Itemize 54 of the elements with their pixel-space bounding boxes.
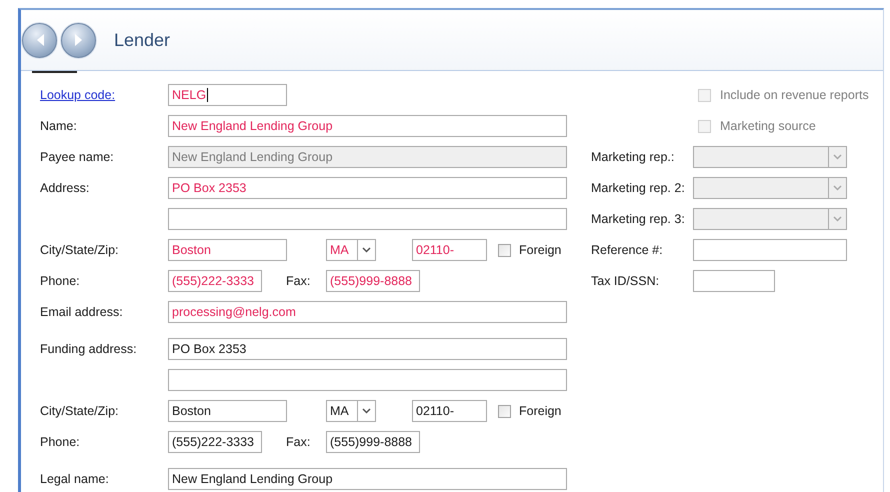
- chevron-down-icon: [833, 216, 842, 222]
- text-field[interactable]: New England Lending Group: [168, 115, 567, 137]
- field-label: Funding address:: [40, 342, 138, 356]
- text-field[interactable]: [693, 239, 847, 261]
- text-field[interactable]: New England Lending Group: [168, 468, 567, 490]
- checkbox-label: Foreign: [519, 404, 562, 418]
- checkbox-label: Marketing source: [720, 119, 816, 133]
- chevron-down-icon: [362, 247, 371, 253]
- lookup-code-link[interactable]: Lookup code:: [40, 88, 116, 102]
- text-field[interactable]: NELG: [168, 84, 287, 106]
- back-button[interactable]: [22, 22, 57, 58]
- right-triangle-icon: [74, 33, 84, 47]
- field-label: Marketing rep.:: [591, 150, 676, 164]
- chevron-down-icon: [833, 185, 842, 191]
- forward-button[interactable]: [61, 22, 96, 58]
- field-label: Marketing rep. 3:: [591, 212, 686, 226]
- zip-field[interactable]: 02110-: [412, 400, 487, 422]
- state-select[interactable]: MA: [326, 239, 376, 261]
- field-label: Fax:: [286, 435, 312, 449]
- chevron-down-icon: [362, 408, 371, 414]
- field-label: Address:: [40, 181, 90, 195]
- page-title: Lender: [114, 30, 170, 50]
- text-field[interactable]: PO Box 2353: [168, 338, 567, 360]
- state-select[interactable]: MA: [326, 400, 376, 422]
- text-field[interactable]: [168, 369, 567, 391]
- checkbox-label: Include on revenue reports: [720, 88, 869, 102]
- field-label: Legal name:: [40, 472, 110, 486]
- field-label: Email address:: [40, 305, 124, 319]
- foreign-checkbox[interactable]: [498, 404, 511, 418]
- foreign-checkbox[interactable]: [498, 244, 511, 256]
- phone-field[interactable]: (555)222-3333: [168, 270, 262, 292]
- field-label: Tax ID/SSN:: [591, 274, 660, 288]
- field-label: Phone:: [40, 274, 81, 288]
- fax-field[interactable]: (555)999-8888: [326, 431, 420, 453]
- fax-field[interactable]: (555)999-8888: [326, 270, 420, 292]
- text-field[interactable]: [693, 270, 775, 292]
- text-field[interactable]: [168, 208, 567, 230]
- field-label: Payee name:: [40, 150, 115, 164]
- field-label: Phone:: [40, 435, 81, 449]
- chevron-down-icon: [833, 154, 842, 160]
- text-field[interactable]: processing@nelg.com: [168, 301, 567, 323]
- field-label: Marketing rep. 2:: [591, 181, 686, 195]
- field-label: Reference #:: [591, 243, 664, 257]
- field-label: Fax:: [286, 274, 312, 288]
- phone-field[interactable]: (555)222-3333: [168, 431, 262, 453]
- city-field[interactable]: Boston: [168, 239, 287, 261]
- city-field[interactable]: Boston: [168, 400, 287, 422]
- text-field[interactable]: PO Box 2353: [168, 177, 567, 199]
- field-label: City/State/Zip:: [40, 243, 120, 257]
- left-triangle-icon: [34, 33, 44, 47]
- checkbox-label: Foreign: [519, 243, 562, 257]
- field-label: City/State/Zip:: [40, 404, 120, 418]
- zip-field[interactable]: 02110-: [412, 239, 487, 261]
- field-label: Name:: [40, 119, 78, 133]
